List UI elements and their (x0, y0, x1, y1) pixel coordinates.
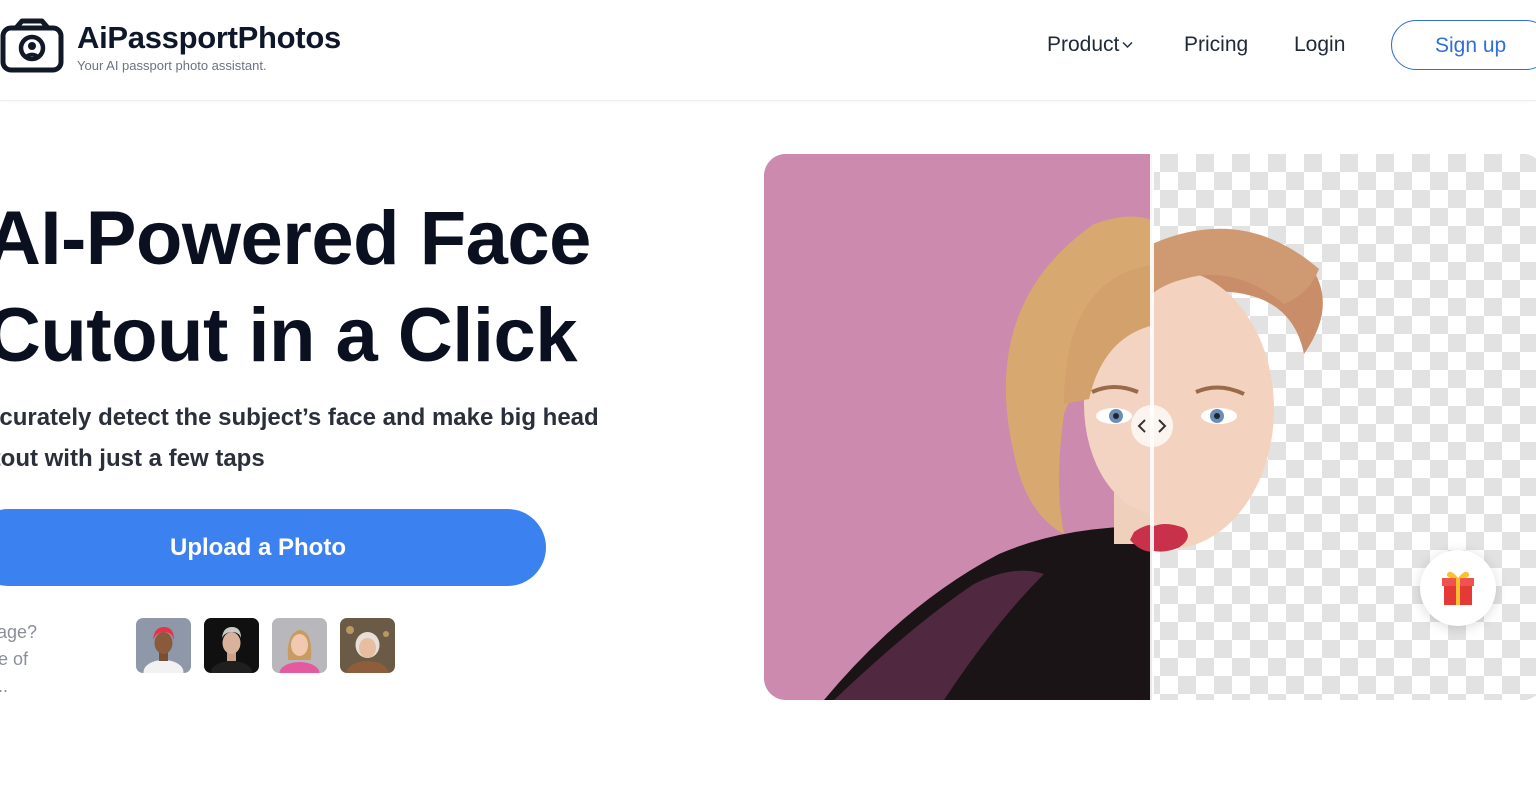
upload-photo-button[interactable]: Upload a Photo (0, 509, 546, 586)
sample-photos-caption: image? one of m... (0, 619, 88, 700)
sample-photo-elderly-woman[interactable] (340, 618, 395, 673)
nav-login-link[interactable]: Login (1294, 33, 1345, 57)
top-navigation-bar: AiPassportPhotos Your AI passport photo … (0, 0, 1536, 101)
hero-title: AI-Powered Face Cutout in a Click (0, 190, 591, 384)
brand-name[interactable]: AiPassportPhotos (77, 20, 341, 56)
chevron-down-icon (1122, 42, 1133, 49)
nav-product-label: Product (1047, 33, 1120, 56)
hero-subtitle-line-1: ccurately detect the subject’s face and … (0, 404, 599, 431)
hero-title-line-2: Cutout in a Click (0, 293, 578, 378)
sample-photo-red-hair[interactable] (136, 618, 191, 673)
portrait-blonde-woman-image (272, 618, 327, 673)
compare-slider-handle[interactable] (1131, 405, 1173, 447)
gift-offer-button[interactable] (1420, 550, 1496, 626)
sample-caption-line-3: m... (0, 676, 8, 696)
portrait-elderly-woman-image (340, 618, 395, 673)
sample-photo-blonde-woman[interactable] (272, 618, 327, 673)
sample-photo-gray-hair[interactable] (204, 618, 259, 673)
hero-subtitle-line-2: ıtout with just a few taps (0, 445, 265, 472)
nav-pricing-link[interactable]: Pricing (1184, 33, 1248, 57)
sample-caption-line-1: image? (0, 622, 38, 642)
nav-product-dropdown[interactable]: Product (1047, 33, 1133, 57)
gift-icon (1442, 571, 1474, 605)
hero-title-line-1: AI-Powered Face (0, 196, 591, 281)
sample-caption-line-2: one of (0, 649, 29, 669)
portrait-gray-hair-image (204, 618, 259, 673)
camera-logo-icon[interactable] (0, 18, 64, 74)
brand-tagline: Your AI passport photo assistant. (77, 58, 267, 73)
signup-button[interactable]: Sign up (1391, 20, 1536, 70)
portrait-red-hair-image (136, 618, 191, 673)
hero-subtitle: ccurately detect the subject’s face and … (0, 397, 646, 479)
